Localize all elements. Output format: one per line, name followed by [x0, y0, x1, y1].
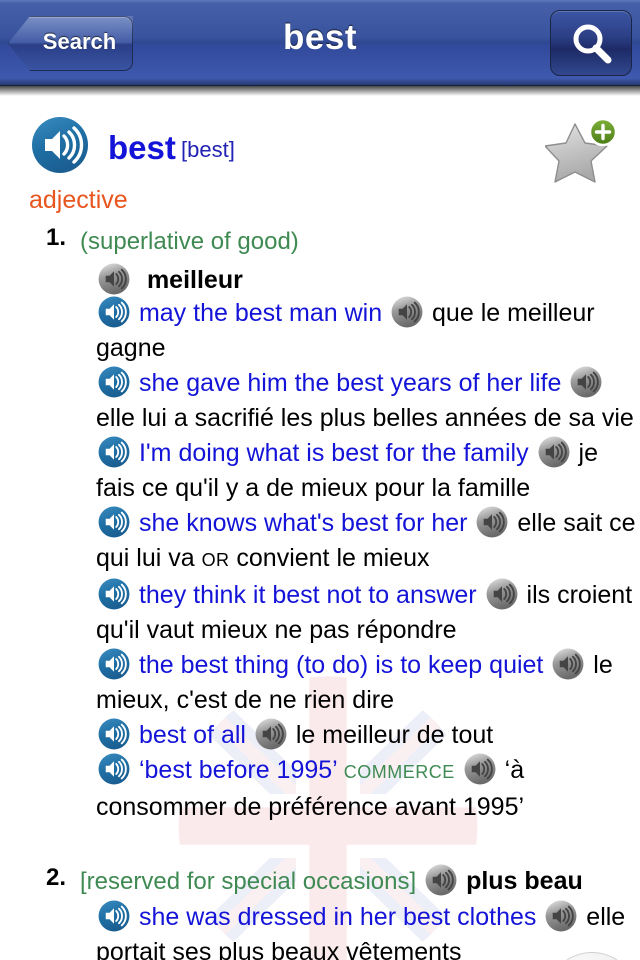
examples-list-2: she was dressed in her best clothes elle…	[96, 900, 636, 960]
example-english: they think it best not to answer	[138, 581, 477, 609]
example-english: I'm doing what is best for the family	[138, 439, 529, 467]
example-french-lead: elle	[517, 509, 557, 537]
example-english: best of all	[138, 721, 246, 749]
headword: best	[108, 129, 176, 166]
star-plus-icon[interactable]	[544, 117, 621, 189]
example-french-b: convient le mieux	[236, 544, 430, 572]
example-english: the best thing (to do) is to keep quiet	[138, 651, 544, 679]
speaker-gray-icon[interactable]	[545, 900, 577, 932]
example-row: she was dressed in her best clothes elle…	[96, 900, 636, 960]
sense-gloss: [reserved for special occasions]	[80, 868, 417, 895]
sense-content: (superlative of good) meilleur	[80, 224, 636, 298]
example-english: she knows what's best for her	[138, 509, 468, 537]
headword-row: best [best]	[0, 116, 640, 183]
example-row: she knows what's best for her elle sait …	[96, 506, 636, 578]
speaker-blue-icon[interactable]	[98, 366, 130, 398]
speaker-blue-icon[interactable]	[98, 900, 130, 932]
speaker-blue-icon[interactable]	[98, 296, 130, 328]
speaker-blue-icon[interactable]	[98, 718, 130, 750]
example-row: ‘best before 1995’ COMMERCE ‘à consommer…	[96, 753, 636, 825]
sense-gloss-line: [reserved for special occasions] plus be…	[80, 864, 636, 899]
entry-content[interactable]: best [best] adjective 1. (superlative of…	[0, 96, 640, 960]
example-row: may the best man win que le meilleur gag…	[96, 296, 636, 366]
speaker-gray-icon[interactable]	[464, 753, 496, 785]
example-row: she gave him the best years of her life …	[96, 366, 636, 436]
speaker-blue-icon[interactable]	[98, 648, 130, 680]
example-row: the best thing (to do) is to keep quiet …	[96, 648, 636, 718]
sense-translation: plus beau	[466, 867, 583, 895]
example-english: she gave him the best years of her life	[138, 369, 562, 397]
speaker-gray-icon[interactable]	[570, 366, 602, 398]
example-french: le meilleur de tout	[295, 721, 494, 749]
speaker-blue-icon[interactable]	[98, 506, 130, 538]
sense-content: [reserved for special occasions] plus be…	[80, 864, 636, 899]
example-english: may the best man win	[138, 299, 383, 327]
phonetic-transcription: [best]	[181, 137, 235, 162]
example-row: I'm doing what is best for the family je…	[96, 436, 636, 506]
example-english: ‘best before 1995’	[138, 756, 337, 784]
example-french-or: OR	[201, 550, 230, 570]
speaker-gray-icon[interactable]	[425, 864, 457, 896]
speaker-blue-icon[interactable]	[98, 753, 130, 785]
part-of-speech: adjective	[29, 186, 128, 214]
translation-line: meilleur	[96, 263, 636, 298]
speaker-gray-icon[interactable]	[391, 296, 423, 328]
speaker-gray-icon[interactable]	[98, 263, 130, 295]
search-button[interactable]	[550, 10, 632, 76]
sense-number: 2.	[46, 864, 67, 891]
example-english: she was dressed in her best clothes	[138, 903, 537, 931]
sense-translation: meilleur	[146, 266, 243, 294]
subject-field-label: COMMERCE	[343, 762, 455, 782]
page-title: best	[283, 18, 357, 57]
examples-list-1: may the best man win que le meilleur gag…	[96, 296, 636, 825]
sense-gloss-line: (superlative of good)	[80, 224, 636, 259]
speaker-blue-icon-headword[interactable]	[31, 116, 89, 179]
speaker-gray-icon[interactable]	[552, 648, 584, 680]
example-row: they think it best not to answer ils cro…	[96, 578, 636, 648]
speaker-gray-icon[interactable]	[538, 436, 570, 468]
sense-number: 1.	[46, 224, 67, 251]
speaker-gray-icon[interactable]	[486, 578, 518, 610]
speaker-blue-icon[interactable]	[98, 578, 130, 610]
navigation-bar: Search best	[0, 0, 640, 96]
speaker-blue-icon[interactable]	[98, 436, 130, 468]
example-row: best of all le meilleur de tout	[96, 718, 636, 753]
sense-gloss: (superlative of good)	[80, 228, 299, 255]
speaker-gray-icon[interactable]	[476, 506, 508, 538]
speaker-gray-icon[interactable]	[255, 718, 287, 750]
example-french: elle lui a sacrifié les plus belles anné…	[96, 404, 634, 432]
